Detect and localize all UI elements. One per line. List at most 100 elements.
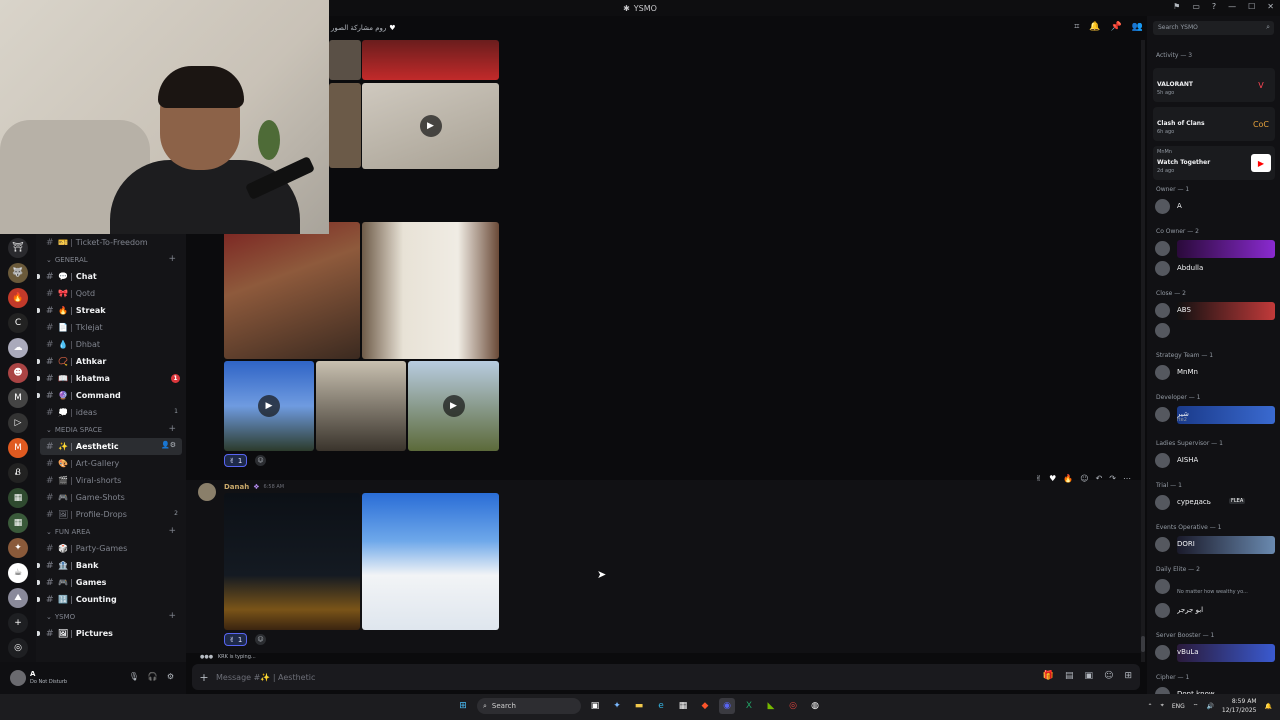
channel-item[interactable]: # 🎮 | Games	[36, 574, 186, 591]
message-video[interactable]: ▶	[408, 361, 499, 451]
server-icon[interactable]: ⛰	[8, 588, 28, 608]
avatar[interactable]	[1155, 603, 1170, 618]
threads-icon[interactable]: ⌗	[1074, 22, 1079, 32]
copilot-icon[interactable]: ✦	[609, 698, 625, 714]
store-icon[interactable]: ▦	[675, 698, 691, 714]
nvidia-icon[interactable]: ◣	[763, 698, 779, 714]
member-item[interactable]: ABS	[1155, 302, 1275, 320]
avatar[interactable]	[1155, 241, 1170, 256]
task-view-icon[interactable]: ▣	[587, 698, 603, 714]
category-header[interactable]: ⌄ YSMO +	[36, 608, 186, 625]
channel-item[interactable]: # 🔮 | Command	[36, 387, 186, 404]
channel-settings-icon[interactable]: 👤⚙	[161, 441, 176, 449]
message-author[interactable]: Danah ❖ 6:58 AM	[224, 483, 284, 491]
avatar[interactable]	[1155, 537, 1170, 552]
file-explorer-icon[interactable]: ▬	[631, 698, 647, 714]
member-item[interactable]: A	[1155, 198, 1275, 216]
category-header[interactable]: ⌄ MEDIA SPACE +	[36, 421, 186, 438]
avatar[interactable]	[1155, 579, 1170, 594]
server-icon[interactable]: Ᏸ	[8, 463, 28, 483]
wifi-icon[interactable]: ⌔	[1193, 702, 1199, 710]
message-image[interactable]	[362, 222, 499, 359]
location-icon[interactable]: ⌖	[1160, 702, 1163, 710]
pin-icon[interactable]: 📌	[1111, 22, 1122, 32]
avatar[interactable]	[1155, 407, 1170, 422]
discord-icon[interactable]: ◉	[719, 698, 735, 714]
avatar[interactable]	[1155, 687, 1170, 694]
play-icon[interactable]: ▶	[442, 395, 465, 417]
bell-icon[interactable]: 🔔	[1089, 22, 1100, 32]
edge-icon[interactable]: e	[653, 698, 669, 714]
member-item[interactable]: MnMn	[1155, 364, 1275, 382]
channel-item[interactable]: # 💬 | Chat	[36, 268, 186, 285]
clock[interactable]: 8:59 AM 12/17/2025	[1222, 697, 1257, 715]
brave-icon[interactable]: ◆	[697, 698, 713, 714]
inbox-icon[interactable]: ⚑	[1173, 2, 1180, 11]
message-composer[interactable]: + Message #✨ | Aesthetic 🎁 ▤ ▣ ☺ ⊞	[192, 664, 1140, 690]
help-icon[interactable]: ?	[1212, 2, 1216, 11]
message-video[interactable]: ▶	[362, 83, 499, 169]
add-channel-icon[interactable]: +	[168, 254, 176, 264]
message-image[interactable]	[329, 40, 361, 80]
notification-bell-icon[interactable]: 🔔	[1265, 703, 1272, 710]
reaction-pill[interactable]: ✌ 1	[224, 633, 248, 646]
channel-item[interactable]: # 🔥 | Streak	[36, 302, 186, 319]
author-name[interactable]: Danah	[224, 483, 249, 491]
forward-icon[interactable]: ↷	[1109, 474, 1116, 483]
reaction-pill[interactable]: ✌ 1	[224, 454, 248, 467]
channel-item[interactable]: # ✨ | Aesthetic 👤⚙	[40, 438, 182, 455]
app-icon[interactable]: ◍	[807, 698, 823, 714]
chrome-icon[interactable]: ◎	[785, 698, 801, 714]
user-name[interactable]: A	[30, 670, 35, 678]
message-video[interactable]: ▶	[224, 361, 314, 451]
message-image[interactable]	[316, 361, 406, 451]
activity-card[interactable]: Clash of Clans 6h ago CoC	[1153, 107, 1275, 141]
scrollbar-thumb[interactable]	[1141, 636, 1145, 652]
volume-icon[interactable]: 🔊	[1206, 703, 1213, 710]
channel-item[interactable]: # 🎲 | Party-Games	[36, 540, 186, 557]
heart-react-icon[interactable]: ♥	[1049, 474, 1056, 483]
taskbar-search[interactable]: ⌕ Search	[477, 698, 581, 714]
message-image[interactable]	[224, 222, 360, 359]
member-item[interactable]: Dont know	[1155, 686, 1275, 694]
channel-item[interactable]: # 🔢 | Counting	[36, 591, 186, 608]
server-icon[interactable]: 🐺	[8, 263, 28, 283]
close-button[interactable]: ✕	[1267, 2, 1274, 11]
server-icon[interactable]: ▷	[8, 413, 28, 433]
message-image[interactable]	[329, 83, 361, 168]
channel-item[interactable]: # 🖼 | Profile-Drops 2	[36, 506, 186, 523]
screen-icon[interactable]: ▭	[1192, 2, 1200, 11]
attach-icon[interactable]: +	[192, 671, 216, 684]
avatar[interactable]	[1155, 303, 1170, 318]
avatar[interactable]	[1155, 495, 1170, 510]
channel-item[interactable]: # 🎨 | Art-Gallery	[36, 455, 186, 472]
server-icon[interactable]: M	[8, 438, 28, 458]
avatar[interactable]	[1155, 645, 1170, 660]
activity-card[interactable]: VALORANT 5h ago V	[1153, 68, 1275, 102]
add-channel-icon[interactable]: +	[168, 611, 176, 621]
channel-item[interactable]: # 💭 | ideas 1	[36, 404, 186, 421]
add-channel-icon[interactable]: +	[168, 526, 176, 536]
play-icon[interactable]: ▶	[258, 395, 280, 417]
member-item[interactable]: vBuLa	[1155, 644, 1275, 662]
headphones-icon[interactable]: 🎧	[148, 672, 158, 681]
category-header[interactable]: ⌄ GENERAL +	[36, 251, 186, 268]
member-item[interactable]	[1155, 240, 1275, 258]
add-channel-icon[interactable]: +	[168, 424, 176, 434]
avatar[interactable]	[1155, 365, 1170, 380]
message-input[interactable]: Message #✨ | Aesthetic	[216, 673, 315, 682]
server-icon[interactable]: C	[8, 313, 28, 333]
channel-item[interactable]: # 📖 | khatma 1	[36, 370, 186, 387]
message-image[interactable]	[224, 493, 360, 630]
server-icon[interactable]: 🔥	[8, 288, 28, 308]
gif-icon[interactable]: ▤	[1065, 671, 1074, 681]
add-reaction-icon[interactable]: ☺	[255, 634, 266, 645]
member-item[interactable]: ابو جرجر	[1155, 602, 1275, 620]
channel-item[interactable]: # 💧 | Dhbat	[36, 336, 186, 353]
reply-icon[interactable]: ↶	[1096, 474, 1103, 483]
windows-start-icon[interactable]: ⊞	[455, 698, 471, 714]
member-item[interactable]: No matter how wealthy yo...	[1155, 578, 1275, 596]
server-icon[interactable]: ⛩	[8, 238, 28, 258]
channel-item[interactable]: # 🎬 | Viral-shorts	[36, 472, 186, 489]
lang-indicator[interactable]: ENG	[1172, 703, 1185, 710]
